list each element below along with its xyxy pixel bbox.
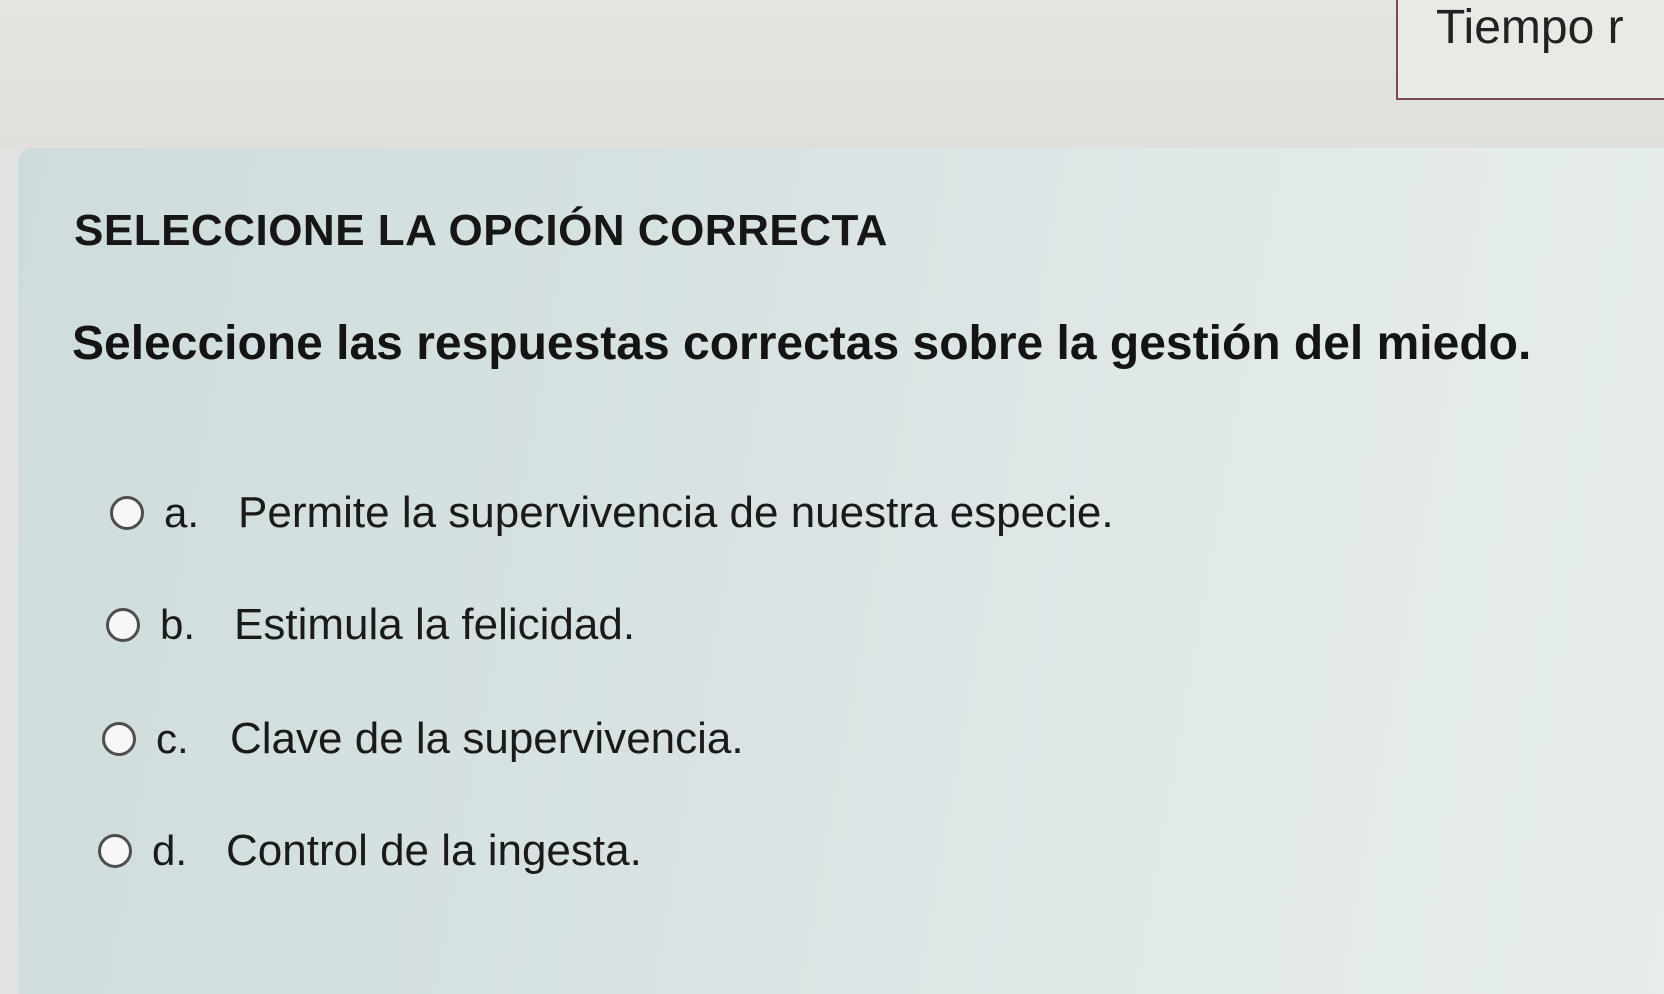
question-text: Seleccione las respuestas correctas sobr… bbox=[72, 317, 1532, 370]
timer-box: Tiempo r bbox=[1396, 0, 1664, 100]
radio-button-b[interactable] bbox=[106, 608, 140, 642]
question-instruction: SELECCIONE LA OPCIÓN CORRECTA bbox=[74, 206, 888, 255]
option-a[interactable]: a. Permite la supervivencia de nuestra e… bbox=[110, 488, 1114, 538]
radio-button-a[interactable] bbox=[110, 496, 144, 530]
option-text: Clave de la supervivencia. bbox=[230, 714, 744, 763]
option-text: Estimula la felicidad. bbox=[234, 600, 636, 649]
option-text: Permite la supervivencia de nuestra espe… bbox=[238, 488, 1114, 537]
timer-label: Tiempo r bbox=[1436, 1, 1624, 54]
option-c[interactable]: c. Clave de la supervivencia. bbox=[102, 714, 744, 764]
radio-button-c[interactable] bbox=[102, 722, 136, 756]
radio-button-d[interactable] bbox=[98, 834, 132, 868]
option-letter: a. bbox=[164, 489, 200, 536]
question-panel: SELECCIONE LA OPCIÓN CORRECTA Seleccione… bbox=[18, 148, 1664, 994]
option-text: Control de la ingesta. bbox=[226, 826, 642, 875]
option-letter: b. bbox=[160, 601, 196, 648]
option-letter: c. bbox=[156, 715, 189, 762]
option-d[interactable]: d. Control de la ingesta. bbox=[98, 826, 642, 876]
option-b[interactable]: b. Estimula la felicidad. bbox=[106, 600, 635, 650]
option-letter: d. bbox=[152, 827, 188, 874]
